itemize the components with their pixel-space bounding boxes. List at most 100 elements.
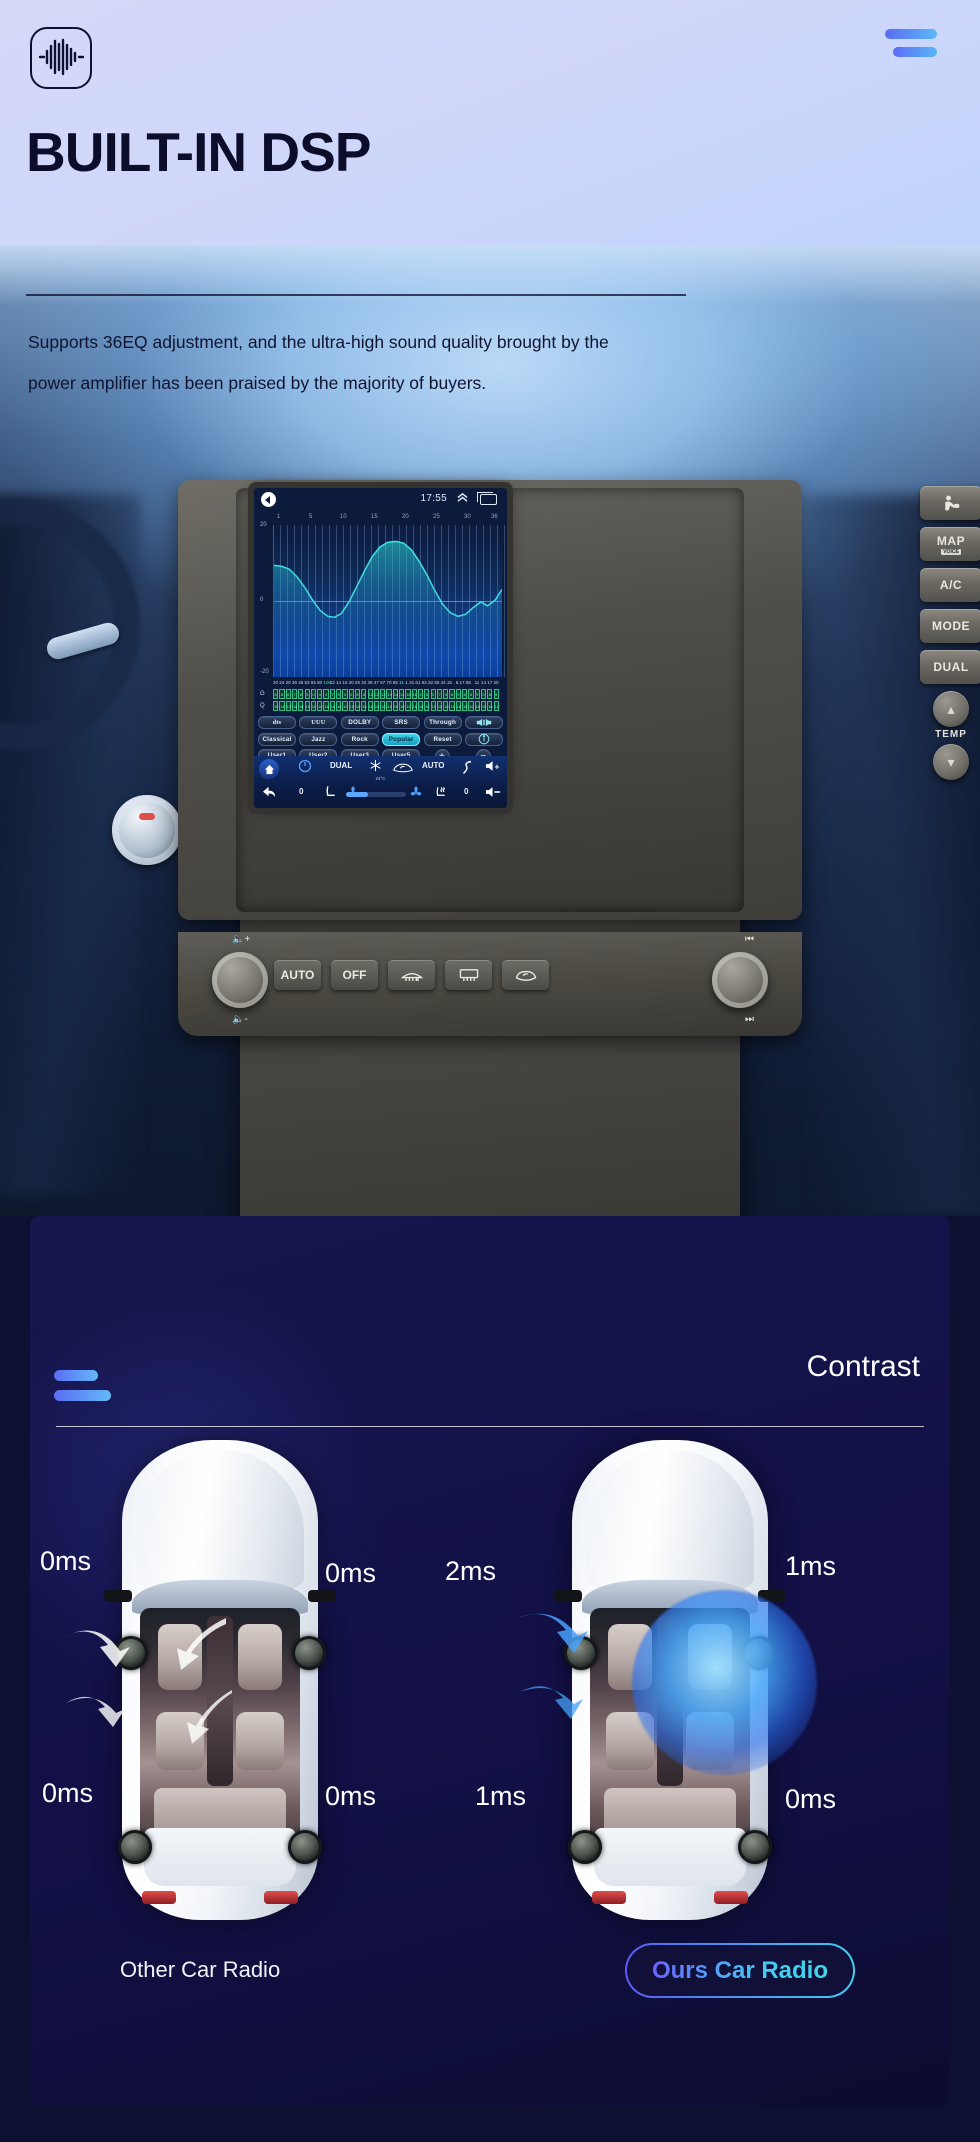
gain-cell[interactable]: 8 xyxy=(468,689,474,699)
q-cell[interactable]: 16 xyxy=(304,701,310,711)
preset-through[interactable]: Through xyxy=(423,716,462,729)
q-cell[interactable]: 16 xyxy=(336,701,341,711)
passenger-airbag-icon[interactable] xyxy=(920,486,980,520)
q-cell[interactable]: 16 xyxy=(323,701,329,711)
gain-cell[interactable]: 4 xyxy=(323,689,329,699)
tune-knob[interactable] xyxy=(712,952,768,1008)
gain-cell[interactable]: 12 xyxy=(373,689,379,699)
eq-plot[interactable]: 20 0 -20 xyxy=(260,522,505,677)
q-cell[interactable]: 16 xyxy=(493,701,499,711)
preset-srs[interactable]: SRS xyxy=(382,716,421,729)
left-temp-value[interactable]: 0 xyxy=(299,787,303,796)
q-cell[interactable]: 16 xyxy=(386,701,392,711)
q-cell[interactable]: 16 xyxy=(342,701,348,711)
q-cell[interactable]: 16 xyxy=(392,701,398,711)
q-cell[interactable]: 16 xyxy=(380,701,386,711)
ours-car-radio-pill[interactable]: Ours Car Radio xyxy=(625,1943,855,1998)
preset-jazz[interactable]: Jazz xyxy=(299,732,338,746)
q-cell[interactable]: 16 xyxy=(354,701,360,711)
gain-cell[interactable]: 9 xyxy=(417,689,424,699)
gain-cell[interactable]: 8 xyxy=(273,689,279,699)
gain-cell[interactable]: 8 xyxy=(462,689,468,699)
gain-cell[interactable]: 0 xyxy=(480,689,487,699)
back-arrow-icon[interactable] xyxy=(262,786,277,801)
volume-knob[interactable] xyxy=(212,952,268,1008)
mode-button[interactable]: MODE xyxy=(920,609,980,643)
engine-start-stop-button[interactable] xyxy=(112,795,182,865)
q-cell[interactable]: 16 xyxy=(480,701,486,711)
q-cell[interactable]: 16 xyxy=(310,701,316,711)
gain-cell[interactable]: 9 xyxy=(455,689,461,699)
q-cell[interactable]: 16 xyxy=(430,701,436,711)
q-cell[interactable]: 16 xyxy=(443,701,449,711)
q-cell[interactable]: 16 xyxy=(348,701,354,711)
back-arrow-icon[interactable] xyxy=(261,492,276,507)
front-defrost-icon[interactable] xyxy=(388,960,435,990)
temp-up-button[interactable]: ▴ xyxy=(933,691,969,727)
q-cell[interactable]: 16 xyxy=(468,701,474,711)
auto-label[interactable]: AUTO xyxy=(422,761,445,770)
q-cell[interactable]: 16 xyxy=(487,701,493,711)
q-cell[interactable]: 16 xyxy=(291,701,297,711)
q-cell[interactable]: 16 xyxy=(449,701,455,711)
q-cell[interactable]: 16 xyxy=(317,701,323,711)
gain-cell[interactable]: 8 xyxy=(285,689,291,699)
gain-cell[interactable]: 14 xyxy=(386,689,392,699)
recent-apps-icon[interactable] xyxy=(477,492,497,505)
q-cell[interactable]: 16 xyxy=(405,701,411,711)
q-cell[interactable]: 15 xyxy=(285,701,291,711)
q-cell[interactable]: 16 xyxy=(273,701,278,711)
ac-button[interactable]: A/C xyxy=(920,568,980,602)
chevron-up-icon[interactable] xyxy=(456,492,469,505)
airflow-icon[interactable] xyxy=(460,760,473,776)
snowflake-icon[interactable] xyxy=(369,759,382,774)
volume-up-icon[interactable]: + xyxy=(485,760,502,774)
preset-uuu[interactable]: UUU xyxy=(299,716,338,729)
dual-button[interactable]: DUAL xyxy=(920,650,980,684)
fan-icon[interactable] xyxy=(410,786,422,800)
volume-down-icon[interactable] xyxy=(485,786,502,800)
dual-label[interactable]: DUAL xyxy=(330,761,352,770)
gain-cell[interactable]: 8 xyxy=(493,689,499,699)
seat-icon[interactable] xyxy=(324,786,336,801)
q-cell[interactable]: 16 xyxy=(298,701,304,711)
hvac-auto-button[interactable]: AUTO xyxy=(274,960,321,990)
q-cell[interactable]: 16 xyxy=(329,701,335,711)
map-button[interactable]: MAP VOICE xyxy=(920,527,980,561)
temp-down-button[interactable]: ▾ xyxy=(933,744,969,780)
q-cell[interactable]: 16 xyxy=(436,701,442,711)
power-icon[interactable] xyxy=(298,759,312,775)
speaker-icon[interactable] xyxy=(464,716,503,729)
eq-gain-row[interactable]: G 8 8 8 7 8 3 0 4 4 7 8 3 0 8 8 10 12 13 14 14 14 18 11 9 8 2 7 4 8 9… xyxy=(260,689,502,700)
gain-cell[interactable]: 8 xyxy=(487,689,493,699)
fan-speed-slider[interactable] xyxy=(346,792,406,797)
gain-cell[interactable]: 4 xyxy=(317,689,323,699)
preset-reset[interactable]: Reset xyxy=(423,732,462,746)
gain-cell[interactable]: 8 xyxy=(424,689,430,699)
q-cell[interactable]: 16 xyxy=(411,701,417,711)
q-cell[interactable]: 16 xyxy=(399,701,404,711)
gain-cell[interactable]: 0 xyxy=(348,689,354,699)
gain-cell[interactable]: 7 xyxy=(291,689,298,699)
gain-cell[interactable]: 18 xyxy=(405,689,411,699)
preset-classical[interactable]: Classical xyxy=(258,732,296,746)
gain-cell[interactable]: 3 xyxy=(304,689,310,699)
gain-cell[interactable]: 8 xyxy=(279,689,285,699)
preset-popular[interactable]: Popular xyxy=(382,732,421,746)
head-unit-screen[interactable]: 17:55 1 5 10 15 20 25 30 36 20 0 -20 20 … xyxy=(254,488,507,808)
recirculate-icon[interactable] xyxy=(502,960,549,990)
preset-dts[interactable]: dts xyxy=(258,716,296,729)
gain-cell[interactable]: 8 xyxy=(361,689,367,699)
q-cell[interactable]: 16 xyxy=(417,701,423,711)
gain-cell[interactable]: 4 xyxy=(443,689,449,699)
q-cell[interactable]: 16 xyxy=(279,701,285,711)
hvac-off-button[interactable]: OFF xyxy=(331,960,378,990)
q-cell[interactable]: 16 xyxy=(424,701,430,711)
info-icon[interactable] xyxy=(464,732,503,746)
gain-cell[interactable]: 7 xyxy=(436,689,443,699)
preset-rock[interactable]: Rock xyxy=(340,732,379,746)
gain-cell[interactable]: 11 xyxy=(411,689,417,699)
seat-heater-icon[interactable] xyxy=(434,786,447,801)
q-cell[interactable]: 16 xyxy=(367,701,373,711)
gain-cell[interactable]: 0 xyxy=(310,689,317,699)
